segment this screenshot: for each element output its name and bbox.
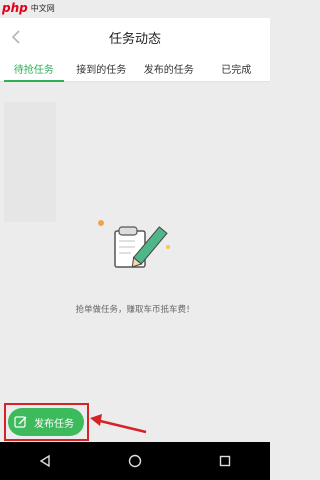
nav-home-button[interactable] <box>115 446 155 476</box>
android-nav-bar <box>0 442 270 480</box>
triangle-back-icon <box>39 455 50 467</box>
tab-bar: 待抢任务 接到的任务 发布的任务 已完成 <box>0 56 270 82</box>
publish-task-button[interactable]: 发布任务 <box>8 408 84 436</box>
back-button[interactable] <box>6 26 26 48</box>
placeholder-block <box>4 102 56 222</box>
square-recent-icon <box>219 455 231 467</box>
nav-recent-button[interactable] <box>205 446 245 476</box>
tab-completed[interactable]: 已完成 <box>203 56 271 81</box>
app-header: 任务动态 <box>0 18 270 56</box>
pointer-arrow-icon <box>90 414 147 434</box>
page-title: 任务动态 <box>108 31 161 47</box>
task-list-area[interactable]: 抢单做任务，赚取车币抵车费！ <box>0 82 270 442</box>
nav-back-button[interactable] <box>25 446 65 476</box>
tab-received-tasks[interactable]: 接到的任务 <box>68 56 136 81</box>
tab-pending-tasks[interactable]: 待抢任务 <box>0 56 68 82</box>
chevron-left-icon <box>11 30 20 44</box>
watermark-site: 中文网 <box>30 3 55 13</box>
watermark: php 中文网 <box>0 0 55 16</box>
tab-published-tasks[interactable]: 发布的任务 <box>135 56 203 81</box>
empty-state-message: 抢单做任务，赚取车币抵车费！ <box>75 305 195 315</box>
edit-icon <box>14 415 28 429</box>
empty-clipboard-icon <box>98 220 170 268</box>
circle-home-icon <box>128 454 142 468</box>
publish-task-label: 发布任务 <box>34 418 74 430</box>
watermark-logo: php <box>2 1 28 15</box>
